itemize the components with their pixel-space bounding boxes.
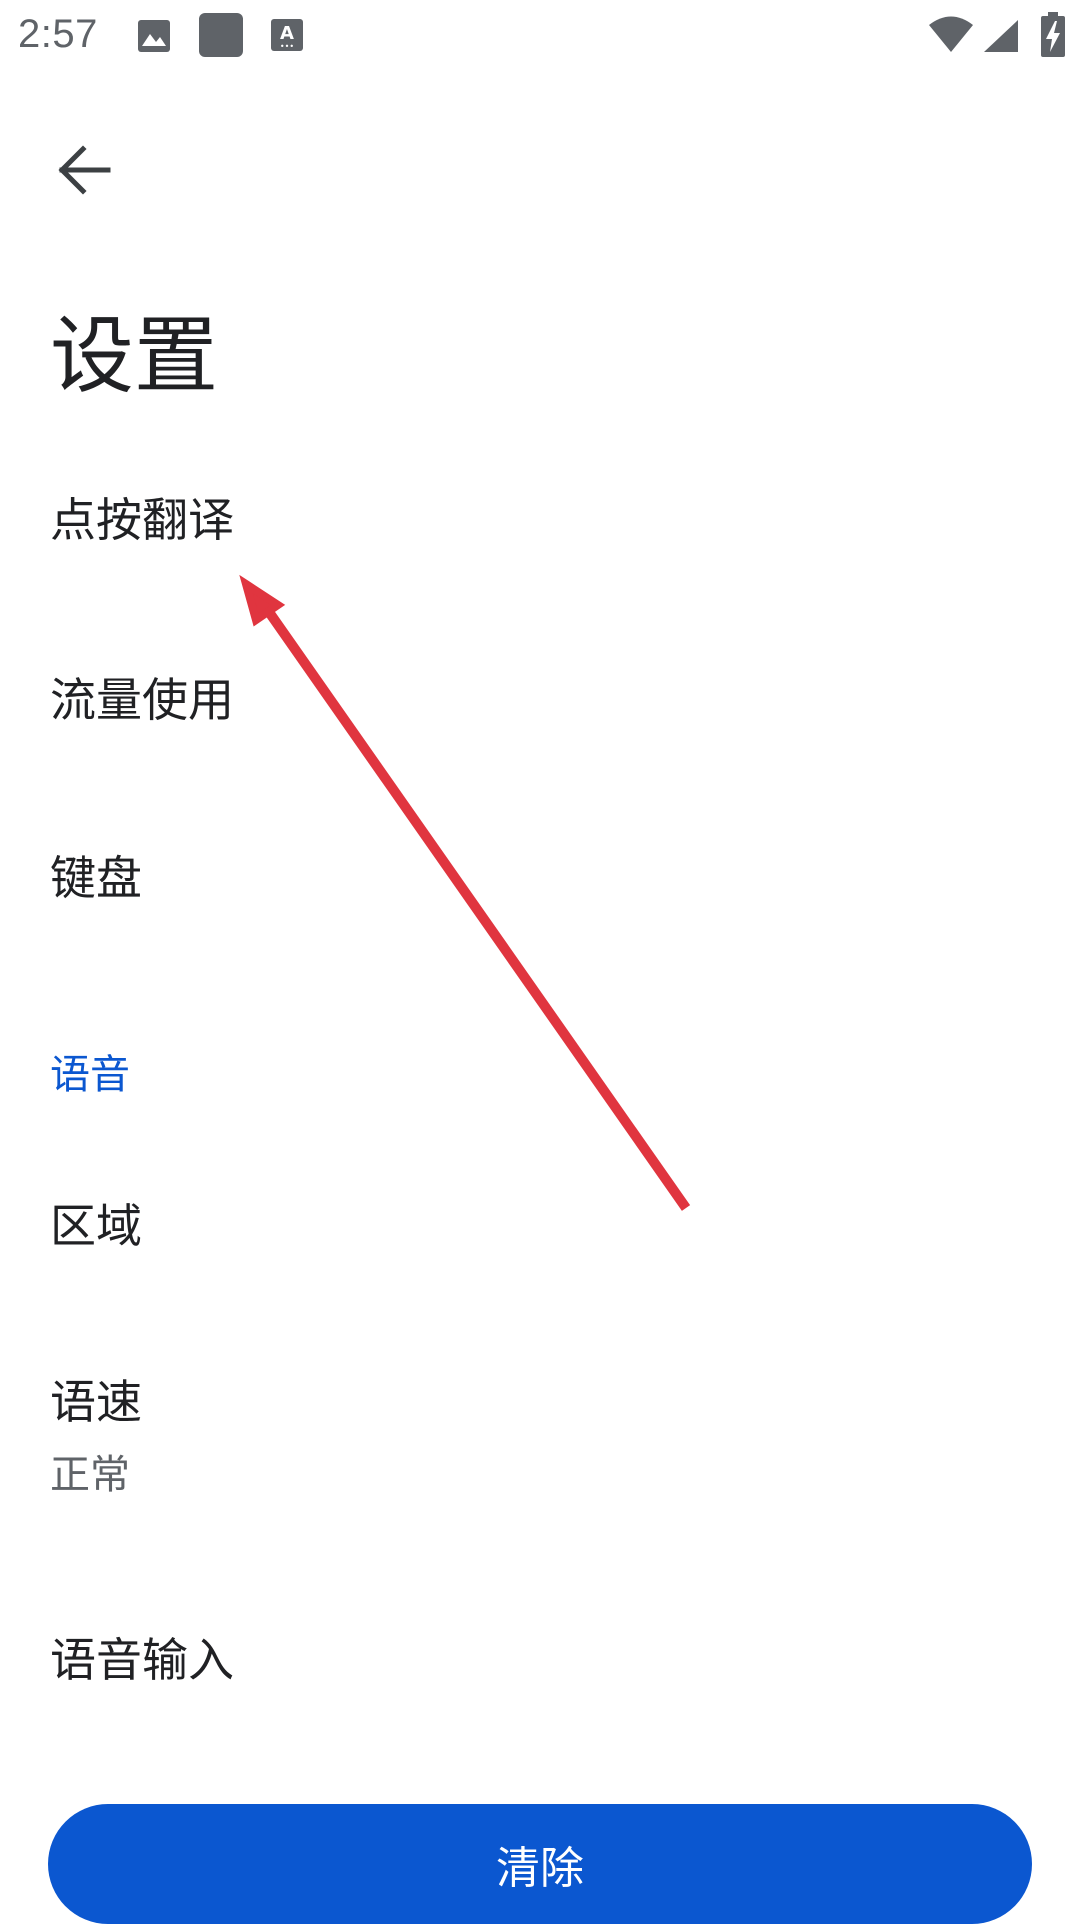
image-icon [136, 18, 172, 58]
setting-title: 语音输入 [50, 1633, 234, 1687]
setting-item-tap-to-translate[interactable]: 点按翻译 [0, 460, 1080, 580]
wifi-icon [928, 16, 974, 58]
setting-item-keyboard[interactable]: 键盘 [0, 818, 1080, 938]
svg-text:•••: ••• [280, 42, 294, 51]
svg-text:A: A [280, 23, 294, 44]
battery-charging-icon [1040, 12, 1066, 62]
page-title: 设置 [50, 307, 219, 405]
arrow-back-icon [56, 142, 112, 202]
font-download-icon: A ••• [270, 18, 304, 56]
back-button[interactable] [40, 128, 128, 216]
clear-button[interactable]: 清除 [48, 1804, 1032, 1924]
section-header-voice: 语音 [50, 1052, 130, 1098]
setting-item-data-usage[interactable]: 流量使用 [0, 640, 1080, 760]
setting-item-region[interactable]: 区域 [0, 1166, 1080, 1286]
cell-signal-icon [982, 18, 1020, 58]
setting-title: 流量使用 [50, 673, 234, 727]
status-time: 2:57 [18, 12, 98, 56]
setting-title: 键盘 [50, 851, 142, 905]
status-bar: 2:57 A ••• [0, 0, 1080, 72]
setting-title: 语速 [50, 1375, 142, 1429]
setting-item-voice-input[interactable]: 语音输入 [0, 1600, 1080, 1720]
setting-title: 点按翻译 [50, 493, 234, 547]
setting-item-speech-rate[interactable]: 语速 正常 [0, 1346, 1080, 1516]
app-square-icon [198, 12, 244, 62]
annotation-arrow-head [239, 574, 286, 627]
setting-title: 区域 [50, 1199, 142, 1253]
setting-summary: 正常 [50, 1452, 130, 1498]
